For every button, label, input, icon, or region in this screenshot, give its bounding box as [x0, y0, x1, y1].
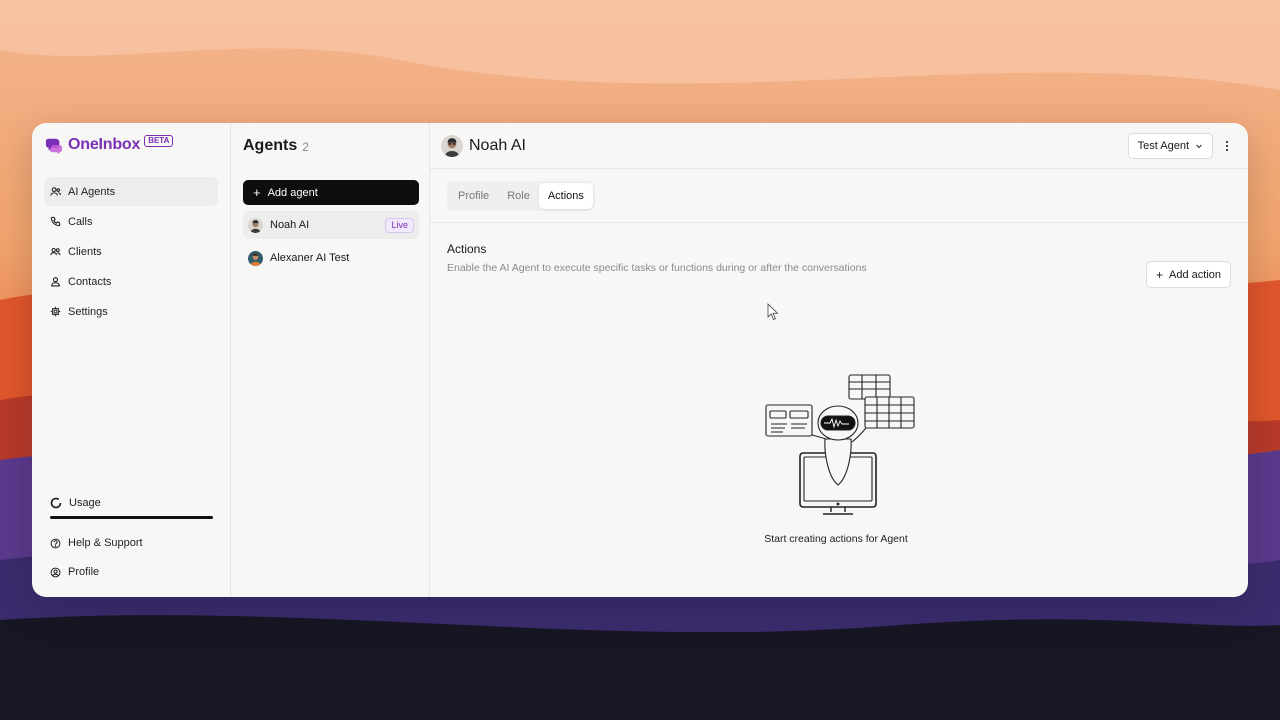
tab-role[interactable]: Role: [498, 183, 539, 209]
nav-item-clients[interactable]: Clients: [44, 237, 218, 266]
users-icon: [50, 187, 61, 196]
agent-avatar: [248, 250, 263, 266]
usage-label: Usage: [69, 497, 101, 509]
agent-item-noah-ai[interactable]: Noah AI Live: [243, 211, 419, 239]
agents-header: Agents 2: [243, 123, 417, 168]
tabs-bar: Profile Role Actions: [430, 169, 1248, 223]
agents-title: Agents: [243, 136, 298, 154]
kebab-menu-icon: [1225, 140, 1229, 151]
tab-profile[interactable]: Profile: [449, 183, 498, 209]
robot-illustration-icon: [765, 374, 915, 515]
agents-count: 2: [302, 139, 309, 154]
profile-icon: [50, 567, 61, 577]
main-nav: AI Agents Calls Clients Contacts Setting…: [44, 177, 218, 327]
sidebar: OneInbox BETA AI Agents Calls Clients Co…: [32, 123, 231, 597]
agent-avatar: [248, 217, 263, 233]
nav-item-ai-agents[interactable]: AI Agents: [44, 177, 218, 206]
help-icon: [50, 538, 61, 548]
agents-panel: Agents 2 + Add agent Noah AI Live Alexan…: [231, 123, 430, 597]
help-support-link[interactable]: Help & Support: [44, 529, 218, 557]
add-agent-label: Add agent: [267, 186, 318, 199]
profile-link[interactable]: Profile: [44, 558, 218, 586]
nav-label: AI Agents: [68, 185, 116, 198]
agent-name: Noah AI: [270, 219, 310, 231]
test-agent-dropdown[interactable]: Test Agent: [1127, 132, 1213, 159]
nav-item-calls[interactable]: Calls: [44, 207, 218, 236]
gear-icon: [50, 306, 61, 317]
actions-section: Actions Enable the AI Agent to execute s…: [430, 223, 1248, 597]
plus-icon: +: [1156, 267, 1164, 282]
nav-item-contacts[interactable]: Contacts: [44, 267, 218, 296]
nav-item-settings[interactable]: Settings: [44, 297, 218, 326]
tab-actions[interactable]: Actions: [538, 183, 593, 209]
app-window: OneInbox BETA AI Agents Calls Clients Co…: [32, 123, 1248, 597]
usage-ring-icon: [50, 497, 62, 509]
usage-item[interactable]: Usage: [44, 493, 218, 513]
section-description: Enable the AI Agent to execute specific …: [447, 262, 867, 274]
agent-detail: Noah AI Test Agent Profile Role Actions …: [430, 123, 1248, 597]
beta-badge: BETA: [144, 135, 174, 147]
add-action-button[interactable]: + Add action: [1146, 261, 1231, 288]
test-agent-label: Test Agent: [1137, 139, 1189, 152]
brand-name: OneInbox: [68, 136, 141, 153]
profile-label: Profile: [68, 566, 100, 578]
oneinbox-logo-icon: [45, 138, 63, 154]
nav-label: Settings: [68, 305, 108, 318]
contact-icon: [51, 277, 60, 287]
agent-tabs: Profile Role Actions: [447, 181, 595, 211]
empty-state: Start creating actions for Agent: [761, 373, 921, 545]
plus-icon: +: [253, 185, 261, 200]
help-label: Help & Support: [68, 537, 143, 549]
sidebar-footer: Usage Help & Support Profile: [44, 493, 218, 587]
nav-label: Clients: [68, 245, 102, 258]
agent-avatar: [441, 134, 463, 157]
agent-name: Alexaner AI Test: [270, 252, 350, 264]
phone-icon: [50, 216, 61, 227]
agent-header: Noah AI Test Agent: [430, 123, 1248, 169]
clients-icon: [50, 247, 61, 256]
agent-item-alexaner-ai-test[interactable]: Alexaner AI Test: [243, 244, 419, 272]
empty-state-text: Start creating actions for Agent: [764, 533, 908, 545]
mouse-cursor-icon: [767, 303, 779, 321]
add-agent-button[interactable]: + Add agent: [243, 180, 419, 205]
add-action-label: Add action: [1169, 268, 1221, 281]
chevron-down-icon: [1196, 144, 1202, 148]
live-status-badge: Live: [385, 217, 414, 233]
brand[interactable]: OneInbox BETA: [45, 135, 218, 155]
usage-progress-bar: [50, 516, 213, 519]
nav-label: Contacts: [68, 275, 112, 288]
nav-label: Calls: [68, 215, 93, 228]
section-title: Actions: [447, 242, 487, 256]
more-options-button[interactable]: [1217, 133, 1237, 159]
agent-title: Noah AI: [469, 136, 526, 154]
